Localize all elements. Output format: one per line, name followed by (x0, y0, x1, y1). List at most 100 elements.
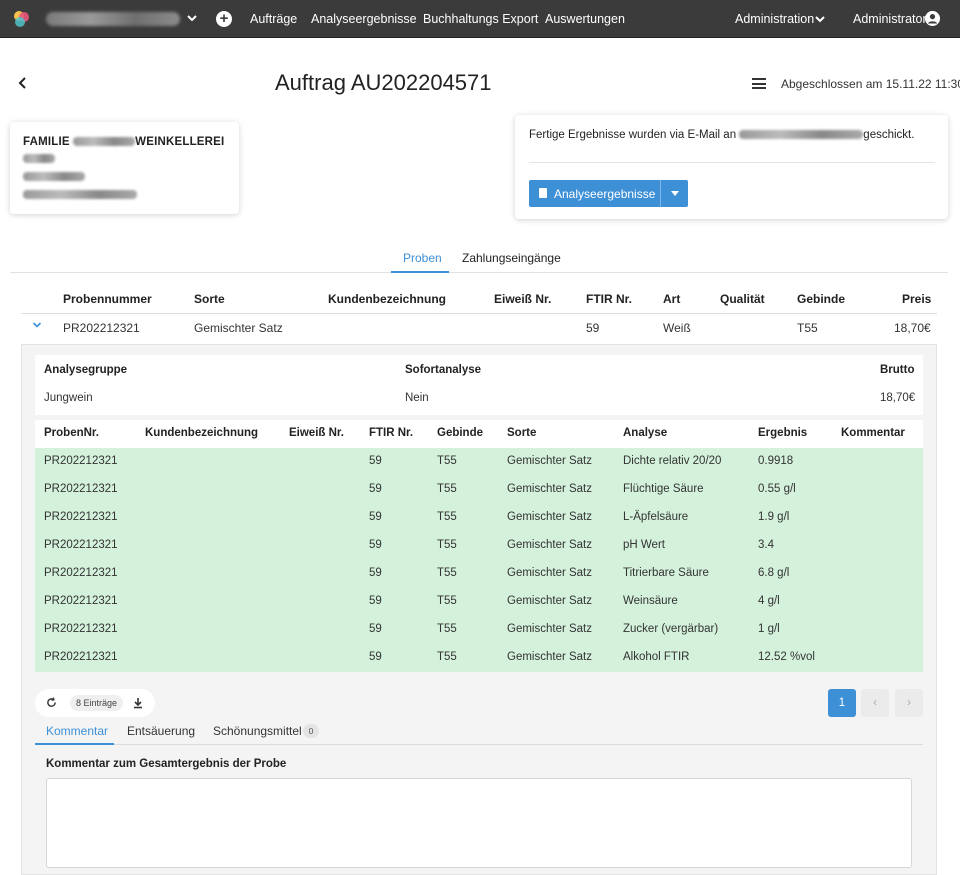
nav-auswertungen[interactable]: Auswertungen (545, 12, 625, 26)
results-col-gebinde[interactable]: Gebinde (437, 427, 483, 439)
tab-kommentar[interactable]: Kommentar (46, 724, 108, 738)
expand-chevron-icon[interactable] (32, 320, 42, 330)
user-avatar-icon[interactable] (925, 11, 940, 26)
chevron-down-icon[interactable] (186, 11, 198, 25)
cell-probennr: PR202212321 (44, 651, 118, 663)
col-art[interactable]: Art (663, 292, 680, 306)
table-row[interactable]: PR202212321 59 T55 Gemischter Satz Flüchtige… (35, 476, 923, 504)
entry-count-badge: 8 Einträge (70, 695, 124, 711)
cell-gebinde: T55 (437, 623, 457, 635)
table-row[interactable]: PR202212321 59 T55 Gemischter Satz Alkohol F… (35, 644, 923, 672)
col-gebinde[interactable]: Gebinde (797, 292, 845, 306)
sample-number: PR202212321 (63, 321, 140, 335)
col-ftir[interactable]: FTIR Nr. (586, 292, 632, 306)
nav-buchhaltungs-export[interactable]: Buchhaltungs Export (423, 12, 538, 26)
results-col-ftir[interactable]: FTIR Nr. (369, 427, 413, 439)
cell-gebinde: T55 (437, 483, 457, 495)
table-row[interactable]: PR202212321 59 T55 Gemischter Satz Zucker (v… (35, 616, 923, 644)
add-icon[interactable]: + (216, 11, 232, 27)
cell-gebinde: T55 (437, 511, 457, 523)
dropdown-caret-icon[interactable] (671, 191, 679, 196)
cell-analyse: pH Wert (623, 539, 665, 551)
redacted-email (739, 130, 864, 140)
page-title: Auftrag AU202204571 (275, 70, 492, 95)
back-arrow-icon[interactable] (18, 76, 28, 90)
cell-probennr: PR202212321 (44, 455, 118, 467)
tab-entsaeuerung[interactable]: Entsäuerung (127, 724, 195, 738)
hamburger-menu-icon[interactable] (752, 78, 766, 89)
app-logo-icon[interactable] (12, 10, 30, 28)
table-row[interactable]: PR202212321 59 T55 Gemischter Satz L-Äpfelsä… (35, 504, 923, 532)
cell-probennr: PR202212321 (44, 511, 118, 523)
summary-sofortanalyse: Nein (405, 392, 429, 404)
col-kundenbezeichnung[interactable]: Kundenbezeichnung (328, 292, 446, 306)
cell-ergebnis: 0.55 g/l (758, 483, 796, 495)
cell-analyse: Alkohol FTIR (623, 651, 690, 663)
results-col-eiweiss[interactable]: Eiweiß Nr. (289, 427, 344, 439)
table-row[interactable]: PR202212321 59 T55 Gemischter Satz Weinsäure… (35, 588, 923, 616)
cell-ergebnis: 1.9 g/l (758, 511, 790, 523)
customer-name: FAMILIE WEINKELLEREI (23, 136, 225, 148)
col-qualitaet[interactable]: Qualität (720, 292, 765, 306)
results-col-analyse[interactable]: Analyse (623, 427, 667, 439)
nav-auftraege[interactable]: Aufträge (250, 12, 297, 26)
cell-analyse: Flüchtige Säure (623, 483, 704, 495)
sample-gebinde: T55 (797, 321, 818, 335)
col-sorte[interactable]: Sorte (194, 292, 225, 306)
table-row[interactable]: PR202212321 59 T55 Gemischter Satz Dichte re… (35, 448, 923, 476)
main-tabs: Proben Zahlungseingänge (10, 244, 948, 273)
tab-proben[interactable]: Proben (403, 251, 442, 265)
nav-administration[interactable]: Administration (735, 12, 814, 26)
next-page-button[interactable]: › (895, 689, 923, 717)
results-sent-message: Fertige Ergebnisse wurden via E-Mail an … (529, 129, 915, 141)
cell-gebinde: T55 (437, 455, 457, 467)
comment-label: Kommentar zum Gesamtergebnis der Probe (46, 758, 287, 770)
cell-ftir: 59 (369, 651, 382, 663)
results-col-probennr[interactable]: ProbenNr. (44, 427, 99, 439)
nav-analyseergebnisse[interactable]: Analyseergebnisse (311, 12, 417, 26)
analyseergebnisse-button[interactable]: Analyseergebnisse (529, 180, 688, 207)
results-col-kommentar[interactable]: Kommentar (841, 427, 905, 439)
table-row[interactable]: PR202212321 59 T55 Gemischter Satz pH Wert 3.… (35, 532, 923, 560)
results-col-ergebnis[interactable]: Ergebnis (758, 427, 807, 439)
tab-zahlungseingaenge[interactable]: Zahlungseingänge (462, 251, 561, 265)
cell-ergebnis: 3.4 (758, 539, 774, 551)
cell-probennr: PR202212321 (44, 595, 118, 607)
prev-page-button[interactable]: ‹ (861, 689, 889, 717)
cell-ergebnis: 4 g/l (758, 595, 780, 607)
cell-gebinde: T55 (437, 651, 457, 663)
order-status: Abgeschlossen am 15.11.22 11:30 (781, 77, 960, 91)
col-eiweiss[interactable]: Eiweiß Nr. (494, 292, 551, 306)
cell-analyse: Titrierbare Säure (623, 567, 709, 579)
active-tab-indicator (35, 743, 114, 745)
download-icon[interactable] (133, 697, 143, 709)
table-row[interactable]: PR202212321 59 T55 Gemischter Satz Titrierba… (35, 560, 923, 588)
cell-ftir: 59 (369, 539, 382, 551)
sample-art: Weiß (663, 321, 691, 335)
comment-textarea[interactable] (46, 778, 912, 868)
cell-probennr: PR202212321 (44, 567, 118, 579)
cell-gebinde: T55 (437, 595, 457, 607)
cell-sorte: Gemischter Satz (507, 651, 592, 663)
chevron-down-icon[interactable] (814, 12, 826, 26)
results-col-kundenbezeichnung[interactable]: Kundenbezeichnung (145, 427, 258, 439)
cell-sorte: Gemischter Satz (507, 567, 592, 579)
tab-schoenungsmittel[interactable]: Schönungsmittel (213, 724, 302, 738)
page-1-button[interactable]: 1 (828, 689, 856, 717)
user-menu[interactable]: Administrator (853, 12, 927, 26)
col-probennummer[interactable]: Probennummer (63, 292, 152, 306)
active-tab-indicator (391, 271, 449, 273)
cell-sorte: Gemischter Satz (507, 483, 592, 495)
results-col-sorte[interactable]: Sorte (507, 427, 536, 439)
cell-ergebnis: 12.52 %vol (758, 651, 815, 663)
col-preis[interactable]: Preis (902, 292, 931, 306)
cell-gebinde: T55 (437, 567, 457, 579)
cell-sorte: Gemischter Satz (507, 455, 592, 467)
sample-preis: 18,70€ (894, 321, 931, 335)
cell-ergebnis: 0.9918 (758, 455, 794, 467)
organization-selector-blurred[interactable] (46, 12, 180, 26)
refresh-icon[interactable] (46, 697, 57, 708)
detail-tabs: Kommentar Entsäuerung Schönungsmittel 0 (35, 720, 923, 745)
summary-col-analysegruppe: Analysegruppe (44, 364, 128, 376)
cell-sorte: Gemischter Satz (507, 511, 592, 523)
